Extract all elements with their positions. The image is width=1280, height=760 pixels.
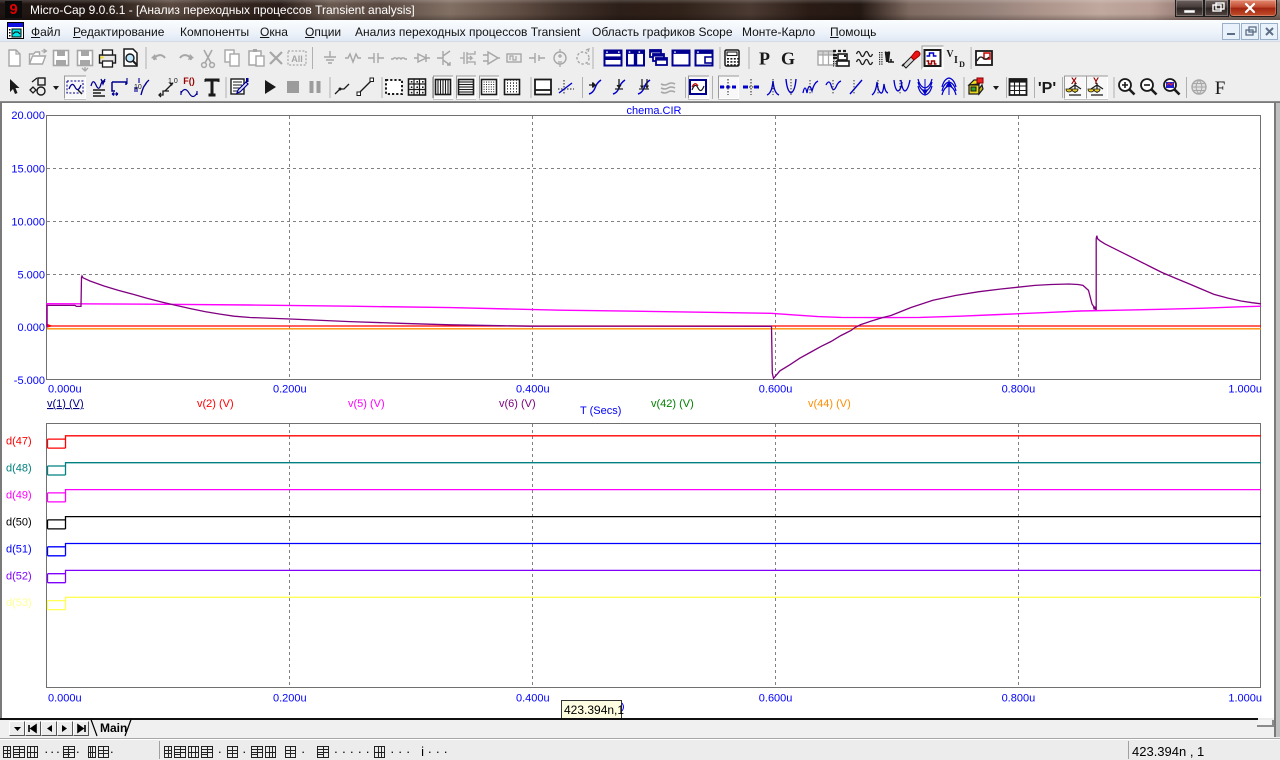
- svg-text:0.000: 0.000: [17, 322, 45, 334]
- svg-text:d(50): d(50): [6, 517, 32, 529]
- svg-text:20.000: 20.000: [11, 110, 45, 122]
- svg-text:d(47): d(47): [6, 436, 32, 448]
- svg-text:v(44) (V): v(44) (V): [808, 398, 851, 410]
- svg-text:Main: Main: [100, 721, 127, 735]
- svg-text:423.394n,1: 423.394n,1: [564, 703, 624, 717]
- svg-text:d(53): d(53): [6, 597, 32, 609]
- svg-text:d(48): d(48): [6, 463, 32, 475]
- svg-text:T (Secs): T (Secs): [580, 405, 621, 417]
- svg-text:-5.000: -5.000: [14, 375, 45, 387]
- svg-text:0.800u: 0.800u: [1002, 384, 1036, 396]
- svg-text:0.600u: 0.600u: [759, 693, 793, 705]
- svg-text:v(5) (V): v(5) (V): [348, 398, 385, 410]
- svg-text:0.200u: 0.200u: [273, 693, 307, 705]
- svg-text:0.400u: 0.400u: [516, 384, 550, 396]
- svg-text:d(51): d(51): [6, 543, 32, 555]
- svg-text:5.000: 5.000: [17, 269, 45, 281]
- svg-text:0.000u: 0.000u: [48, 693, 82, 705]
- svg-text:d(52): d(52): [6, 570, 32, 582]
- svg-text:0.000u: 0.000u: [48, 384, 82, 396]
- svg-text:10.000: 10.000: [11, 216, 45, 228]
- svg-text:d(49): d(49): [6, 490, 32, 502]
- svg-text:0.400u: 0.400u: [516, 693, 550, 705]
- svg-text:0.200u: 0.200u: [273, 384, 307, 396]
- svg-text:chema.CIR: chema.CIR: [626, 105, 681, 117]
- svg-text:1.000u: 1.000u: [1228, 384, 1262, 396]
- svg-text:v(1) (V): v(1) (V): [47, 398, 84, 410]
- svg-text:v(6) (V): v(6) (V): [499, 398, 536, 410]
- svg-text:v(42) (V): v(42) (V): [651, 398, 694, 410]
- svg-text:v(2) (V): v(2) (V): [197, 398, 234, 410]
- svg-text:0.800u: 0.800u: [1002, 693, 1036, 705]
- svg-text:1.000u: 1.000u: [1228, 693, 1262, 705]
- svg-text:15.000: 15.000: [11, 164, 45, 176]
- svg-text:0.600u: 0.600u: [759, 384, 793, 396]
